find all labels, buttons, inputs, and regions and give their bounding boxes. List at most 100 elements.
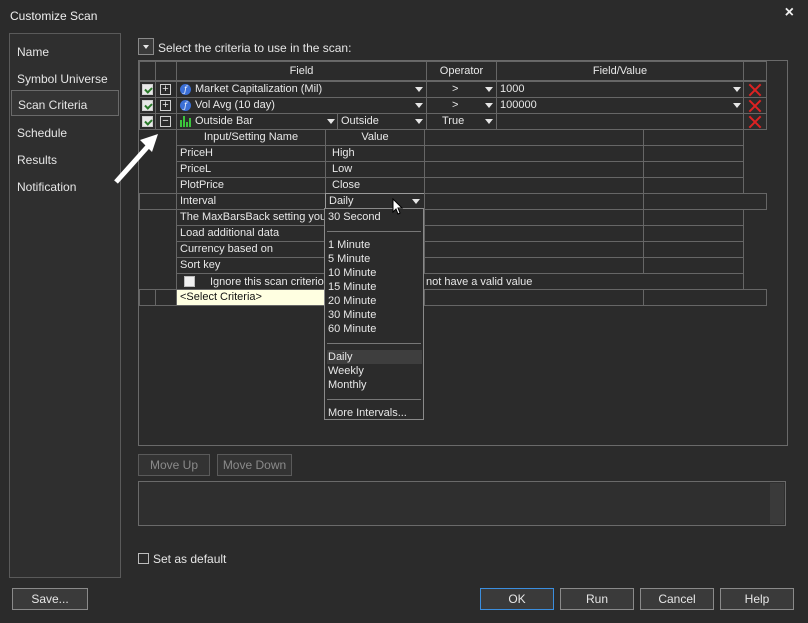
grid-header-field: Field bbox=[176, 61, 427, 81]
field-select[interactable]: Outside Bar bbox=[176, 113, 338, 130]
chevron-down-icon bbox=[485, 119, 493, 124]
value-select[interactable]: 1000 bbox=[496, 81, 744, 98]
sidebar-item-name[interactable]: Name bbox=[11, 38, 119, 64]
input-value[interactable]: Close bbox=[325, 177, 425, 194]
interval-option[interactable]: 1 Minute bbox=[327, 238, 422, 252]
move-down-button[interactable]: Move Down bbox=[217, 454, 292, 476]
input-spacer bbox=[643, 177, 744, 194]
row-toggle-cell bbox=[155, 289, 177, 306]
operator-select-value: True bbox=[442, 115, 465, 127]
input-spacer bbox=[424, 193, 644, 210]
operator-select-value: > bbox=[452, 83, 459, 95]
ignore-checkbox[interactable] bbox=[184, 276, 195, 287]
chevron-down-icon bbox=[327, 119, 335, 124]
field-subtype-value: Outside bbox=[341, 115, 379, 127]
input-spacer bbox=[643, 241, 744, 258]
grid-header-delete bbox=[743, 61, 767, 81]
sidebar-item-notification[interactable]: Notification bbox=[11, 173, 119, 199]
chevron-down-icon bbox=[415, 103, 423, 108]
input-spacer bbox=[643, 145, 744, 162]
sidebar-item-schedule[interactable]: Schedule bbox=[11, 119, 119, 145]
expand-toggle[interactable]: + bbox=[160, 100, 171, 111]
interval-option[interactable]: 30 Second bbox=[327, 210, 422, 224]
sidebar-item-results[interactable]: Results bbox=[11, 146, 119, 172]
delete-icon[interactable] bbox=[748, 99, 762, 113]
operator-select[interactable]: > bbox=[426, 81, 497, 98]
row-checkbox[interactable] bbox=[142, 84, 153, 95]
criteria-menu-button[interactable] bbox=[138, 38, 154, 55]
value-select-value: 1000 bbox=[500, 83, 525, 95]
annotation-arrow-icon bbox=[114, 134, 158, 184]
interval-option[interactable]: 30 Minute bbox=[327, 308, 422, 322]
operator-select-value: > bbox=[452, 99, 459, 111]
field-subtype-select[interactable]: Outside bbox=[337, 113, 427, 130]
select-criteria-spacer bbox=[424, 289, 644, 306]
ignore-row: Ignore this scan criterion not have a va… bbox=[176, 273, 744, 290]
sidebar-item-symbol-universe[interactable]: Symbol Universe bbox=[11, 65, 119, 91]
delete-cell bbox=[743, 97, 767, 114]
chevron-down-icon bbox=[415, 119, 423, 124]
close-icon[interactable]: × bbox=[785, 4, 794, 22]
field-select[interactable]: ƒ Vol Avg (10 day) bbox=[176, 97, 427, 114]
value-select-value: 100000 bbox=[500, 99, 537, 111]
scrollbar[interactable] bbox=[770, 483, 784, 524]
interval-option[interactable]: Monthly bbox=[327, 378, 422, 392]
interval-option[interactable]: 20 Minute bbox=[327, 294, 422, 308]
input-name: Interval bbox=[176, 193, 326, 210]
criteria-grid: Field Operator Field/Value + ƒ Market Cap… bbox=[138, 60, 788, 446]
interval-option[interactable]: 10 Minute bbox=[327, 266, 422, 280]
row-checkbox[interactable] bbox=[142, 100, 153, 111]
interval-option[interactable]: 15 Minute bbox=[327, 280, 422, 294]
operator-select[interactable]: True bbox=[426, 113, 497, 130]
input-spacer bbox=[643, 161, 744, 178]
chevron-down-icon bbox=[412, 199, 420, 204]
save-button[interactable]: Save... bbox=[12, 588, 88, 610]
more-intervals-option[interactable]: More Intervals... bbox=[327, 406, 422, 420]
chevron-down-icon bbox=[415, 87, 423, 92]
delete-icon[interactable] bbox=[748, 83, 762, 97]
operator-select[interactable]: > bbox=[426, 97, 497, 114]
interval-option[interactable]: Weekly bbox=[327, 364, 422, 378]
chevron-down-icon bbox=[733, 87, 741, 92]
interval-select-value: Daily bbox=[329, 195, 354, 207]
delete-icon[interactable] bbox=[748, 115, 762, 129]
input-value[interactable]: High bbox=[325, 145, 425, 162]
interval-option[interactable]: 60 Minute bbox=[327, 322, 422, 336]
input-name: Sort key bbox=[176, 257, 326, 274]
input-spacer bbox=[643, 225, 744, 242]
input-spacer bbox=[424, 241, 644, 258]
input-name: PriceH bbox=[176, 145, 326, 162]
value-select[interactable]: 100000 bbox=[496, 97, 744, 114]
function-icon: ƒ bbox=[180, 84, 191, 95]
delete-cell bbox=[743, 113, 767, 130]
expand-toggle[interactable]: + bbox=[160, 84, 171, 95]
interval-option[interactable]: 5 Minute bbox=[327, 252, 422, 266]
ignore-label-left: Ignore this scan criterion bbox=[210, 276, 330, 288]
sidebar-item-scan-criteria[interactable]: Scan Criteria bbox=[11, 90, 119, 116]
input-spacer bbox=[424, 257, 644, 274]
separator bbox=[327, 231, 421, 232]
interval-option-selected[interactable]: Daily bbox=[327, 350, 422, 364]
set-default-label: Set as default bbox=[153, 552, 227, 566]
select-criteria-field[interactable]: <Select Criteria> bbox=[176, 289, 326, 306]
field-select[interactable]: ƒ Market Capitalization (Mil) bbox=[176, 81, 427, 98]
chevron-down-icon bbox=[485, 103, 493, 108]
separator bbox=[327, 399, 421, 400]
row-check-cell bbox=[139, 289, 156, 306]
run-button[interactable]: Run bbox=[560, 588, 634, 610]
ok-button[interactable]: OK bbox=[480, 588, 554, 610]
grid-header-check bbox=[139, 61, 156, 81]
input-name: The MaxBarsBack setting you bbox=[176, 209, 326, 226]
input-spacer bbox=[643, 209, 744, 226]
input-spacer bbox=[424, 145, 644, 162]
move-up-button[interactable]: Move Up bbox=[138, 454, 210, 476]
interval-row-lead bbox=[139, 193, 177, 210]
row-check-cell bbox=[139, 97, 156, 114]
input-value[interactable]: Low bbox=[325, 161, 425, 178]
value-cell[interactable] bbox=[496, 113, 744, 130]
grid-header-toggle bbox=[155, 61, 177, 81]
help-button[interactable]: Help bbox=[720, 588, 794, 610]
criteria-description-box bbox=[138, 481, 786, 526]
cancel-button[interactable]: Cancel bbox=[640, 588, 714, 610]
set-default-checkbox[interactable] bbox=[138, 553, 149, 564]
